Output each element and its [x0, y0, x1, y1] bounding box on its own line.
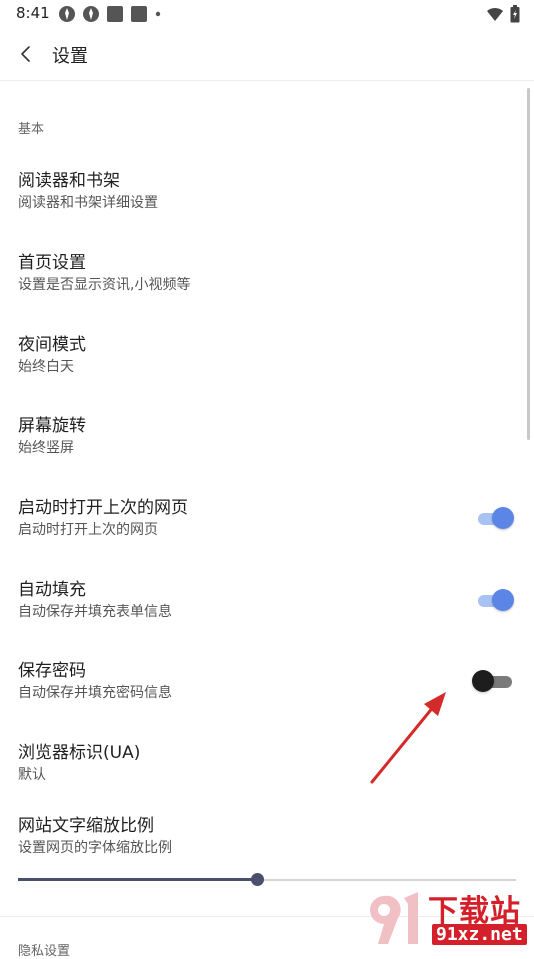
setting-homepage[interactable]: 首页设置 设置是否显示资讯,小视频等	[0, 248, 534, 328]
setting-restore-last-page[interactable]: 启动时打开上次的网页 启动时打开上次的网页	[0, 493, 534, 573]
setting-title: 浏览器标识(UA)	[18, 743, 141, 763]
app-bar: 设置	[0, 28, 534, 81]
notification-icons	[58, 5, 162, 23]
setting-screen-rotation[interactable]: 屏幕旋转 始终竖屏	[0, 411, 534, 491]
setting-subtitle: 设置网页的字体缩放比例	[18, 840, 172, 856]
battery-icon	[510, 5, 520, 23]
slider-thumb[interactable]	[251, 873, 265, 886]
app-notification-icon	[83, 6, 99, 22]
setting-subtitle: 默认	[18, 767, 46, 783]
square-notification-icon	[107, 6, 123, 22]
square-notification-icon	[131, 6, 147, 22]
status-time: 8:41	[16, 4, 50, 22]
setting-subtitle: 启动时打开上次的网页	[18, 522, 158, 538]
setting-reader-bookshelf[interactable]: 阅读器和书架 阅读器和书架详细设置	[0, 166, 534, 246]
setting-title: 启动时打开上次的网页	[18, 498, 188, 518]
setting-night-mode[interactable]: 夜间模式 始终白天	[0, 330, 534, 410]
watermark-domain: 91xz.net	[432, 924, 527, 945]
status-bar: 8:41	[0, 0, 534, 28]
autofill-toggle[interactable]	[478, 589, 514, 611]
setting-subtitle: 阅读器和书架详细设置	[18, 195, 158, 211]
setting-autofill[interactable]: 自动填充 自动保存并填充表单信息	[0, 575, 534, 655]
save-password-toggle[interactable]	[472, 670, 512, 692]
setting-title: 自动填充	[18, 580, 86, 600]
wifi-icon	[487, 7, 503, 21]
setting-title: 阅读器和书架	[18, 171, 120, 191]
restore-last-page-toggle[interactable]	[478, 507, 514, 529]
watermark-logo-icon	[370, 892, 418, 944]
setting-subtitle: 始终白天	[18, 359, 74, 375]
section-header-basic: 基本	[18, 122, 45, 137]
setting-title: 夜间模式	[18, 335, 86, 355]
setting-title: 屏幕旋转	[18, 416, 86, 436]
system-icons	[486, 5, 520, 23]
setting-subtitle: 设置是否显示资讯,小视频等	[18, 277, 191, 293]
setting-title: 首页设置	[18, 253, 86, 273]
toggle-thumb	[492, 589, 514, 611]
page-title: 设置	[52, 46, 88, 67]
more-notifications-dot-icon	[155, 11, 161, 17]
toggle-thumb	[492, 507, 514, 529]
setting-subtitle: 自动保存并填充表单信息	[18, 604, 172, 620]
annotation-arrow-icon	[370, 692, 446, 784]
setting-title: 保存密码	[18, 661, 86, 681]
app-notification-icon	[59, 6, 75, 22]
toggle-thumb	[472, 670, 494, 692]
watermark: 下载站 91xz.net	[360, 884, 534, 950]
setting-subtitle: 始终竖屏	[18, 440, 74, 456]
setting-subtitle: 自动保存并填充密码信息	[18, 685, 172, 701]
back-arrow-icon[interactable]	[16, 44, 36, 64]
slider-fill	[18, 878, 258, 881]
setting-title: 网站文字缩放比例	[18, 816, 154, 836]
